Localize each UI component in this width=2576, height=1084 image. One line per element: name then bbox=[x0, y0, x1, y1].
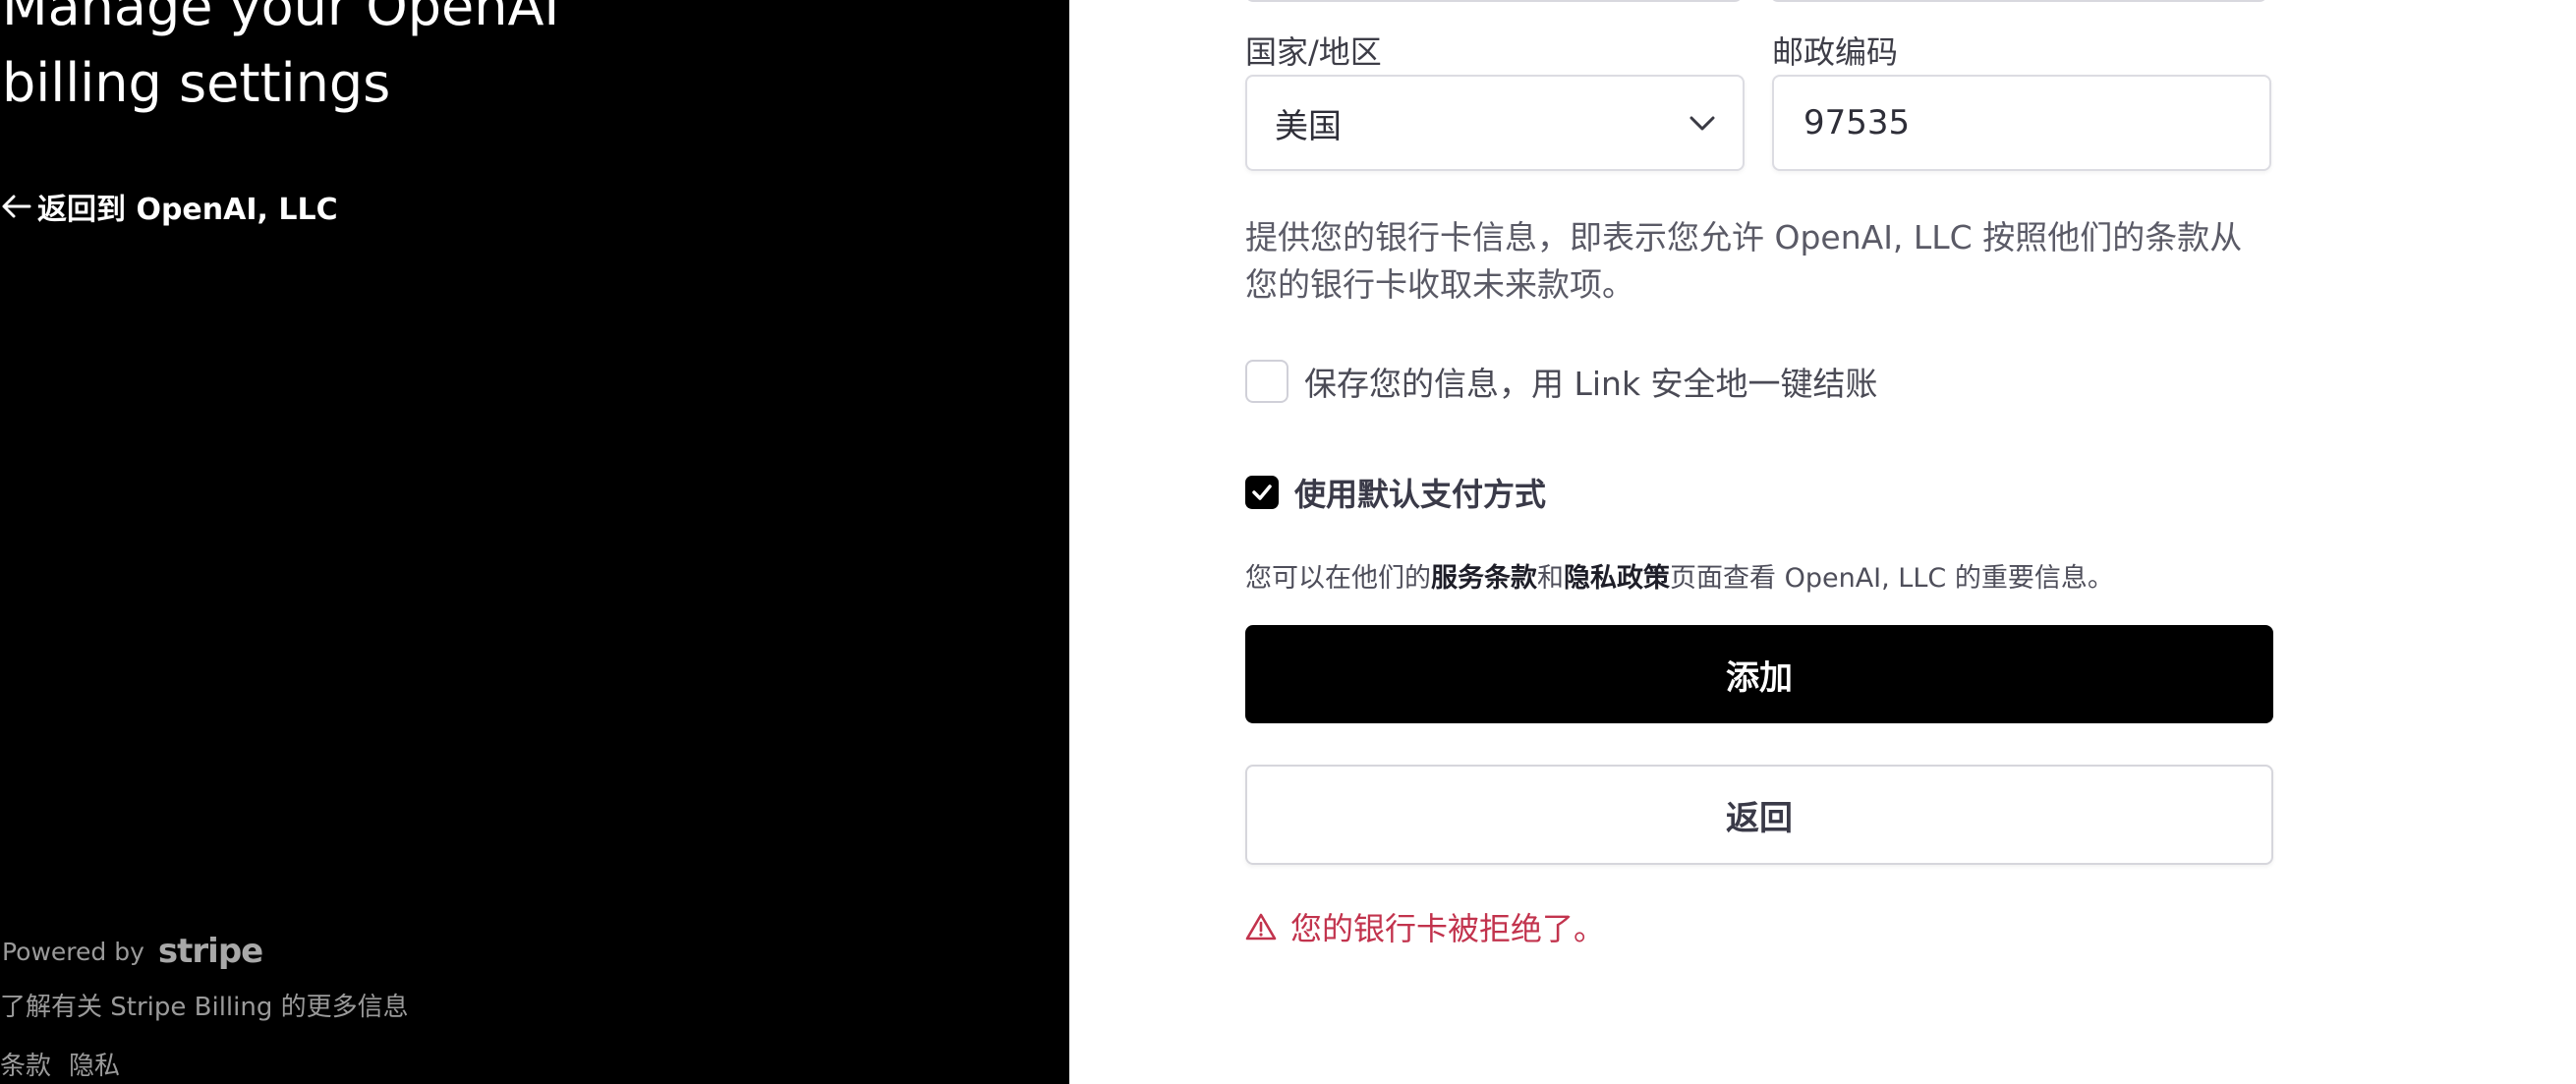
back-to-openai-link[interactable]: 返回到 OpenAI, LLC bbox=[0, 185, 338, 228]
learn-more-link[interactable]: 了解有关 Stripe Billing 的更多信息 bbox=[0, 987, 409, 1023]
merchant-info-text: 您可以在他们的服务条款和隐私政策页面查看 OpenAI, LLC 的重要信息。 bbox=[1245, 556, 2114, 595]
chevron-down-icon bbox=[1689, 116, 1715, 131]
postal-code-label: 邮政编码 bbox=[1772, 33, 1899, 71]
back-button[interactable]: 返回 bbox=[1245, 765, 2273, 865]
previous-field-edge bbox=[1770, 0, 2267, 2]
stripe-logo: stripe bbox=[157, 932, 263, 971]
consent-text: 提供您的银行卡信息，即表示您允许 OpenAI, LLC 按照他们的条款从您的银… bbox=[1245, 218, 2243, 304]
warning-triangle-icon bbox=[1245, 913, 1277, 941]
powered-by-stripe[interactable]: Powered by stripe bbox=[2, 932, 263, 971]
error-message: 您的银行卡被拒绝了。 bbox=[1245, 904, 1605, 949]
arrow-left-icon bbox=[2, 195, 31, 218]
page-title: Manage your OpenAI billing settings bbox=[2, 0, 560, 114]
privacy-link[interactable]: 隐私 bbox=[69, 1046, 120, 1082]
error-text: 您的银行卡被拒绝了。 bbox=[1290, 910, 1606, 947]
left-panel: Manage your OpenAI billing settings 返回到 … bbox=[0, 0, 1069, 1084]
terms-link[interactable]: 条款 bbox=[0, 1046, 51, 1082]
previous-field-edge bbox=[1245, 0, 1743, 2]
default-payment-row[interactable]: 使用默认支付方式 bbox=[1245, 470, 1546, 515]
save-with-link-label: 保存您的信息，用 Link 安全地一键结账 bbox=[1304, 365, 1878, 403]
info-prefix: 您可以在他们的 bbox=[1245, 563, 1431, 594]
postal-code-field-wrapper bbox=[1772, 75, 2271, 171]
payment-form: 国家/地区 美国 邮政编码 提供您的银行卡信息，即表示您允许 OpenAI, L… bbox=[1245, 0, 2273, 1084]
info-and: 和 bbox=[1537, 563, 1564, 594]
default-payment-checkbox[interactable] bbox=[1245, 476, 1279, 509]
back-link-label: 返回到 OpenAI, LLC bbox=[37, 193, 338, 227]
powered-by-label: Powered by bbox=[2, 937, 144, 966]
country-value: 美国 bbox=[1275, 106, 1342, 146]
postal-code-input[interactable] bbox=[1802, 102, 2269, 143]
privacy-policy-link[interactable]: 隐私政策 bbox=[1564, 563, 1670, 594]
default-payment-label: 使用默认支付方式 bbox=[1294, 476, 1547, 513]
info-suffix: 页面查看 OpenAI, LLC 的重要信息。 bbox=[1670, 563, 2114, 594]
save-with-link-checkbox[interactable] bbox=[1245, 360, 1288, 403]
terms-of-service-link[interactable]: 服务条款 bbox=[1431, 563, 1537, 594]
country-select[interactable]: 美国 bbox=[1245, 75, 1745, 171]
add-button[interactable]: 添加 bbox=[1245, 625, 2273, 723]
checkmark-icon bbox=[1252, 485, 1272, 500]
country-label: 国家/地区 bbox=[1245, 33, 1382, 71]
save-with-link-row[interactable]: 保存您的信息，用 Link 安全地一键结账 bbox=[1245, 358, 1878, 405]
footer-links: 条款 隐私 bbox=[0, 1046, 120, 1082]
